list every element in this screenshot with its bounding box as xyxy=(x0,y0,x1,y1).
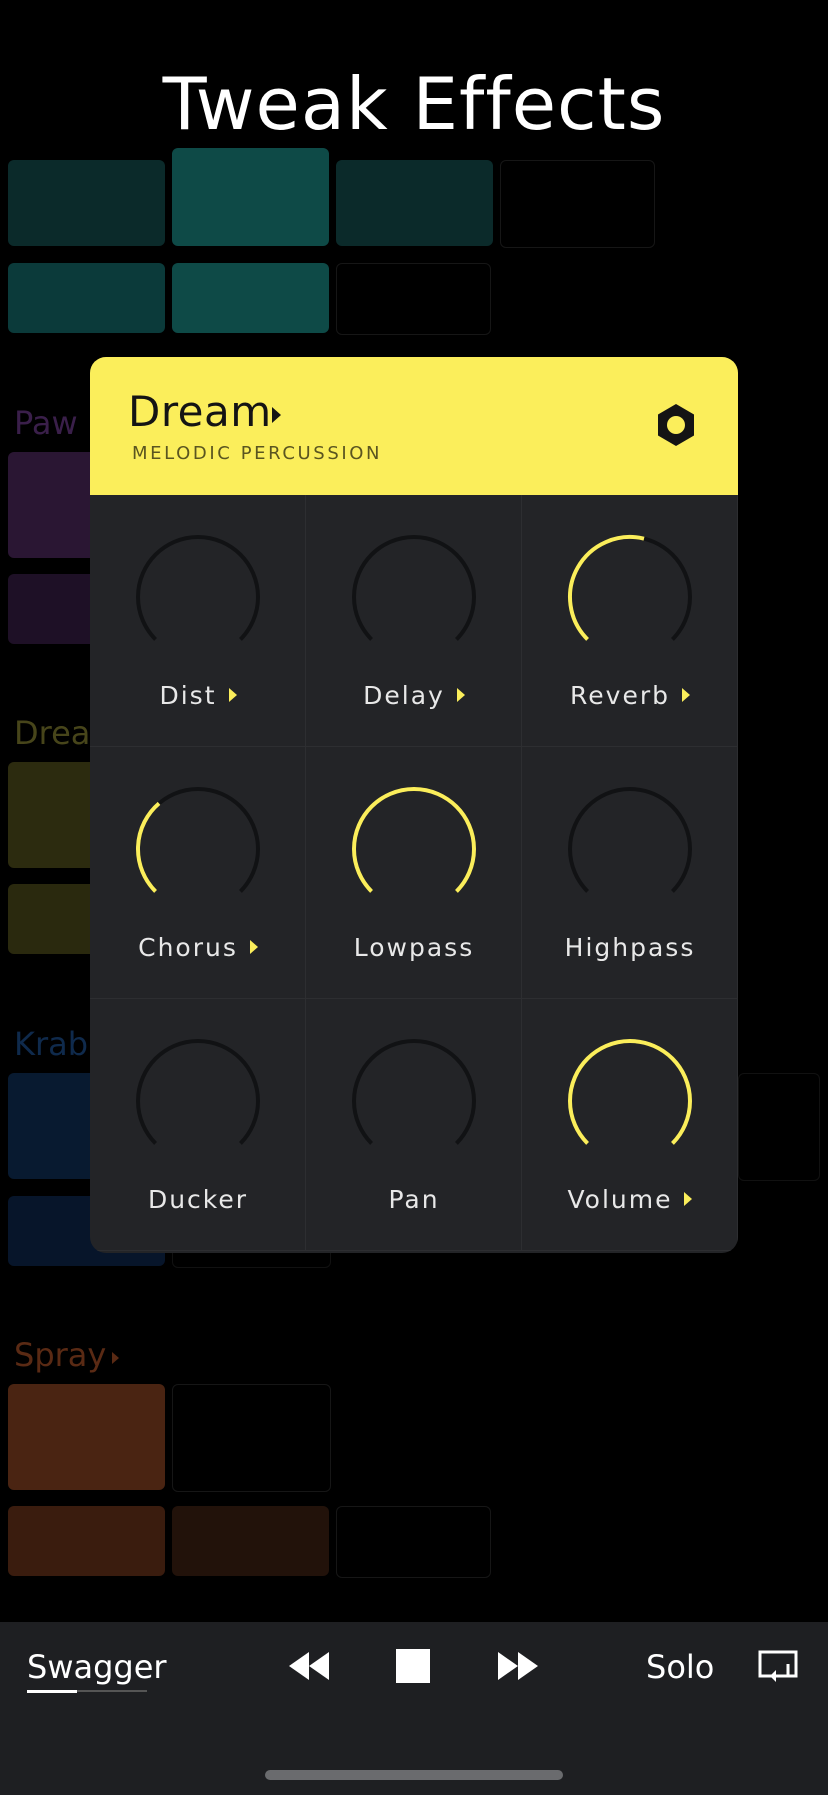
effect-label-row: Volume xyxy=(522,1185,738,1214)
effect-cell-dist[interactable]: Dist xyxy=(90,495,306,747)
bg-pad xyxy=(336,1506,491,1578)
knob-icon[interactable] xyxy=(350,785,478,913)
bg-track-label: Spray xyxy=(14,1336,107,1374)
effect-cell-reverb[interactable]: Reverb xyxy=(522,495,738,747)
instrument-name[interactable]: Dream xyxy=(128,387,272,436)
knob-icon[interactable] xyxy=(566,1037,694,1165)
bg-pad xyxy=(8,1384,165,1490)
bg-pad xyxy=(8,452,96,558)
effect-label-row: Pan xyxy=(306,1185,522,1214)
effect-label: Pan xyxy=(388,1185,440,1214)
knob-icon[interactable] xyxy=(566,533,694,661)
bg-pad xyxy=(172,1506,329,1576)
song-name[interactable]: Swagger xyxy=(27,1648,167,1686)
effect-label: Lowpass xyxy=(353,933,475,962)
hexagon-nut-icon[interactable] xyxy=(652,401,700,449)
submenu-caret-icon[interactable] xyxy=(249,940,258,954)
knob-icon[interactable] xyxy=(134,1037,262,1165)
effect-label-row: Lowpass xyxy=(306,933,522,962)
bg-pad xyxy=(8,574,96,644)
effect-cell-pan[interactable]: Pan xyxy=(306,999,522,1251)
bg-track-label: Paw xyxy=(14,404,78,442)
knob-icon[interactable] xyxy=(566,785,694,913)
effect-label-row: Ducker xyxy=(90,1185,306,1214)
bg-pad xyxy=(8,884,96,954)
knob-value-arc xyxy=(568,1039,692,1145)
effect-cell-highpass[interactable]: Highpass xyxy=(522,747,738,999)
effect-cell-lowpass[interactable]: Lowpass xyxy=(306,747,522,999)
instrument-caret-icon xyxy=(272,407,281,423)
effect-label: Chorus xyxy=(138,933,238,962)
bg-pad xyxy=(172,1384,331,1492)
bg-pad xyxy=(172,263,329,333)
song-underline-track xyxy=(77,1690,147,1692)
effect-cell-ducker[interactable]: Ducker xyxy=(90,999,306,1251)
bg-pad xyxy=(336,263,491,335)
effect-label: Dist xyxy=(159,681,217,710)
transport-bar: Swagger Solo xyxy=(0,1622,828,1795)
bg-pad xyxy=(8,1073,96,1179)
page-title: Tweak Effects xyxy=(162,62,666,146)
effect-label-row: Dist xyxy=(90,681,306,710)
bg-track-label: Drea xyxy=(14,714,91,752)
bg-pad xyxy=(500,160,655,248)
effect-cell-delay[interactable]: Delay xyxy=(306,495,522,747)
effect-cell-volume[interactable]: Volume xyxy=(522,999,738,1251)
bg-pad xyxy=(738,1073,820,1181)
song-underline xyxy=(27,1690,77,1693)
bg-caret xyxy=(112,1352,119,1364)
effect-label-row: Highpass xyxy=(522,933,738,962)
knob-value-arc xyxy=(568,535,645,641)
bg-pad xyxy=(8,1506,165,1576)
effect-label-row: Delay xyxy=(306,681,522,710)
instrument-header[interactable]: Dream MELODIC PERCUSSION xyxy=(90,357,738,495)
bg-pad xyxy=(8,762,96,868)
knob-icon[interactable] xyxy=(350,1037,478,1165)
bg-pad xyxy=(8,263,165,333)
knob-icon[interactable] xyxy=(134,533,262,661)
knob-value-arc xyxy=(352,787,476,893)
submenu-caret-icon[interactable] xyxy=(684,1192,693,1206)
fast-forward-icon[interactable] xyxy=(498,1652,538,1680)
submenu-caret-icon[interactable] xyxy=(228,688,237,702)
stop-icon[interactable] xyxy=(396,1649,430,1683)
effect-label: Delay xyxy=(363,681,445,710)
effect-label: Highpass xyxy=(564,933,696,962)
instrument-category: MELODIC PERCUSSION xyxy=(132,443,383,464)
rewind-icon[interactable] xyxy=(289,1652,329,1680)
bg-pad xyxy=(8,160,165,246)
submenu-caret-icon[interactable] xyxy=(456,688,465,702)
effect-label: Ducker xyxy=(147,1185,249,1214)
effect-cell-chorus[interactable]: Chorus xyxy=(90,747,306,999)
bg-track-label: Krab xyxy=(14,1025,89,1063)
effect-label: Volume xyxy=(567,1185,673,1214)
bg-pad xyxy=(172,148,329,246)
knob-value-arc xyxy=(136,801,161,893)
knob-icon[interactable] xyxy=(134,785,262,913)
bg-pad xyxy=(336,160,493,246)
effect-label-row: Reverb xyxy=(522,681,738,710)
screen-return-icon[interactable] xyxy=(758,1650,798,1684)
solo-button[interactable]: Solo xyxy=(646,1648,714,1686)
home-indicator xyxy=(265,1770,563,1780)
knob-icon[interactable] xyxy=(350,533,478,661)
submenu-caret-icon[interactable] xyxy=(681,688,690,702)
effect-label-row: Chorus xyxy=(90,933,306,962)
effects-panel: Dream MELODIC PERCUSSION Dist Delay Reverb… xyxy=(90,357,738,1253)
effect-label: Reverb xyxy=(570,681,670,710)
